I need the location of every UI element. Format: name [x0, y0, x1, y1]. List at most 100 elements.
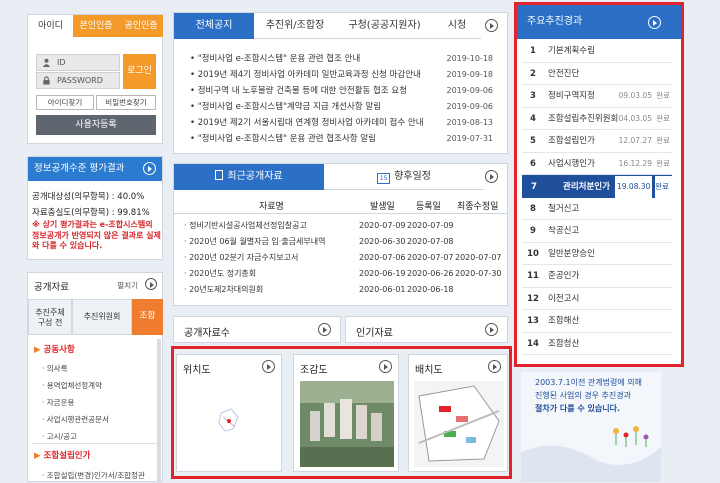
recent-row-created: 2020-07-06 [359, 253, 406, 262]
evaluation-header[interactable]: 정보공개수준 평가결과 [28, 157, 162, 181]
side-tab-committee[interactable]: 추진위원회 [72, 299, 132, 335]
birdseye-view-card[interactable]: 조감도 [293, 354, 399, 472]
side-tab-pre-committee[interactable]: 추진주체 구성 전 [28, 299, 72, 335]
lock-icon [43, 76, 50, 85]
layout-plan-card[interactable]: 배치도 [408, 354, 508, 472]
calendar-icon: 15 [377, 173, 391, 184]
side-scrollbar[interactable] [157, 339, 161, 483]
location-map-title: 위치도 [183, 365, 211, 376]
side-item[interactable]: · 자금운용 [42, 397, 74, 408]
side-item[interactable]: · 조합설립(변경)인가서/조합정관 [42, 470, 145, 481]
footnote-line-1: 2003.7.1이전 관계법령에 의해 [535, 378, 642, 387]
notice-row[interactable]: • 2019년 제4기 정비사업 아카데미 일반교육과정 신청 마감안내 2019… [190, 67, 499, 83]
find-id-button[interactable]: 아이디찾기 [36, 95, 94, 110]
login-button[interactable]: 로그인 [123, 54, 156, 89]
location-map-more-icon[interactable] [262, 360, 275, 373]
progress-step[interactable]: 9 착공신고 [522, 220, 672, 243]
layout-plan-image [414, 381, 504, 467]
recent-row[interactable]: · 2020년 06월 월별자금 입·출금세부내역 2020-06-30 2020-… [174, 234, 507, 250]
tab-id-login[interactable]: 아이디 [28, 15, 73, 37]
side-item[interactable]: · 의사록 [42, 363, 67, 374]
notice-row[interactable]: • "정비사업 e-조합시스템" 운용 관련 협조사항 알림 2019-07-31 [190, 131, 499, 147]
progress-step[interactable]: 14 조합청산 [522, 333, 672, 355]
orange-arrow-icon: ▶ [34, 345, 44, 355]
password-input[interactable]: PASSWORD [36, 72, 120, 89]
notice-date: 2019-10-18 [446, 54, 494, 63]
footnote-line-3: 절차가 다를 수 있습니다. [535, 404, 620, 413]
notice-date: 2019-09-06 [446, 102, 494, 111]
header-registered: 등록일 [416, 202, 441, 212]
notice-tab-district[interactable]: 구청(공공지원자) [336, 13, 433, 39]
register-button[interactable]: 사용자등록 [36, 115, 156, 135]
notice-row[interactable]: • 2019년 제2기 서울시립대 연계형 정비사업 아카데미 접수 안내 201… [190, 115, 499, 131]
recent-row[interactable]: · 2020년도 정기총회 2020-06-19 2020-06-26 2020-07… [174, 266, 507, 282]
side-item-label: 조합설립(변경)인가서/조합정관 [46, 471, 145, 480]
recent-row-modified: 2020-07-30 [455, 269, 502, 278]
recent-row-name: · 20년도제2차대의원회 [184, 285, 264, 294]
recent-row[interactable]: · 정비기반시설공사업체선정입찰공고 2020-07-09 2020-07-09 [174, 218, 507, 234]
tab-identity-auth[interactable]: 본인인증 [73, 15, 119, 37]
progress-step[interactable]: 2 안전진단 [522, 63, 672, 85]
popular-more-icon[interactable] [485, 323, 498, 336]
notice-tab-committee[interactable]: 추진위/조합장 [254, 13, 336, 39]
progress-step[interactable]: 3 정비구역지정 09.03.05 완료 [522, 85, 672, 108]
location-map-card[interactable]: 위치도 [176, 354, 282, 472]
progress-step[interactable]: 4 조합설립추진위원회 04.03.05 완료 [522, 108, 672, 130]
progress-step[interactable]: 12 이전고시 [522, 288, 672, 310]
progress-more-icon[interactable] [648, 16, 661, 29]
recent-row[interactable]: · 2020년 02분기 자금수지보고서 2020-07-06 2020-07-07… [174, 250, 507, 266]
recent-more-icon[interactable] [485, 170, 498, 183]
find-password-button[interactable]: 비밀번호찾기 [96, 95, 156, 110]
birdseye-view-more-icon[interactable] [379, 360, 392, 373]
public-count-more-icon[interactable] [318, 323, 331, 336]
recent-row-registered: 2020-06-26 [407, 269, 454, 278]
recent-row-created: 2020-06-19 [359, 269, 406, 278]
notice-row[interactable]: • "정비사업 e-조합시스템" 운용 관련 협조 안내 2019-10-18 [190, 51, 499, 67]
side-section-common-label: 공동사항 [43, 345, 75, 355]
location-map-image [183, 381, 277, 467]
layout-plan-more-icon[interactable] [488, 360, 501, 373]
recent-tab[interactable]: 최근공개자료 [174, 164, 324, 190]
public-data-panel: 공개자료 펼치기 추진주체 구성 전 추진위원회 조합 ▶ 공동사항 · 의사록… [27, 272, 163, 483]
public-count-panel[interactable]: 공개자료수 [173, 316, 341, 343]
evaluation-line-1: 공개대상성(의무항목) : 40.0% [32, 192, 145, 202]
progress-step[interactable]: 11 준공인가 [522, 265, 672, 288]
recent-row-registered: 2020-06-18 [407, 285, 454, 294]
progress-step[interactable]: 6 사업시행인가 16.12.29 완료 [522, 153, 672, 175]
notice-more-icon[interactable] [485, 19, 498, 32]
side-item[interactable]: · 사업시행관련공문서 [42, 414, 109, 425]
progress-step[interactable]: 5 조합설립인가 12.07.27 완료 [522, 130, 672, 153]
side-item[interactable]: · 고시/공고 [42, 431, 77, 442]
side-section-common[interactable]: ▶ 공동사항 [34, 343, 75, 355]
notice-row[interactable]: • 정비구역 내 노후불량 건축물 등에 대한 안전활동 협조 요청 2019-0… [190, 83, 499, 99]
recent-row-name: · 2020년 02분기 자금수지보고서 [184, 253, 299, 262]
expand-arrow-icon[interactable] [145, 278, 157, 290]
progress-step[interactable]: 13 조합해산 [522, 310, 672, 333]
more-arrow-icon[interactable] [143, 162, 156, 175]
notice-title: 2019년 제4기 정비사업 아카데미 일반교육과정 신청 마감안내 [197, 70, 421, 80]
popular-panel[interactable]: 인기자료 [345, 316, 508, 343]
birdseye-view-title: 조감도 [300, 365, 328, 376]
recent-row-registered: 2020-07-08 [407, 237, 454, 246]
progress-step-current[interactable]: 7 관리처분인가 19.08.30 완료 [522, 175, 672, 198]
notice-tab-all[interactable]: 전체공지 [174, 13, 254, 39]
notice-row[interactable]: • "정비사업 e-조합시스템"계약금 지급 개선사항 알림 2019-09-06 [190, 99, 499, 115]
id-input[interactable]: ID [36, 54, 120, 71]
public-data-title: 공개자료 [34, 282, 69, 293]
tab-certificate-auth[interactable]: 공인인증 [119, 15, 163, 37]
progress-step[interactable]: 8 철거신고 [522, 198, 672, 220]
progress-step[interactable]: 10 일반분양승인 [522, 243, 672, 265]
notice-date: 2019-08-13 [446, 118, 494, 127]
header-created: 발생일 [370, 202, 395, 212]
progress-header[interactable]: 주요추진경과 [517, 5, 681, 39]
progress-step[interactable]: 1 기본계획수립 [522, 40, 672, 63]
side-item[interactable]: · 용역업체선정계약 [42, 380, 102, 391]
birdseye-view-image [300, 381, 394, 467]
schedule-tab[interactable]: 15 향후일정 [324, 164, 484, 190]
evaluation-panel: 정보공개수준 평가결과 공개대상성(의무항목) : 40.0% 자료충실도(의무… [27, 156, 163, 260]
recent-row-name: · 2020년도 정기총회 [184, 269, 257, 278]
side-tab-union[interactable]: 조합 [132, 299, 163, 335]
notice-tab-city[interactable]: 시청 [433, 13, 481, 39]
recent-row[interactable]: · 20년도제2차대의원회 2020-06-01 2020-06-18 [174, 282, 507, 298]
side-section-establish[interactable]: ▶ 조합설립인가 [34, 449, 90, 461]
